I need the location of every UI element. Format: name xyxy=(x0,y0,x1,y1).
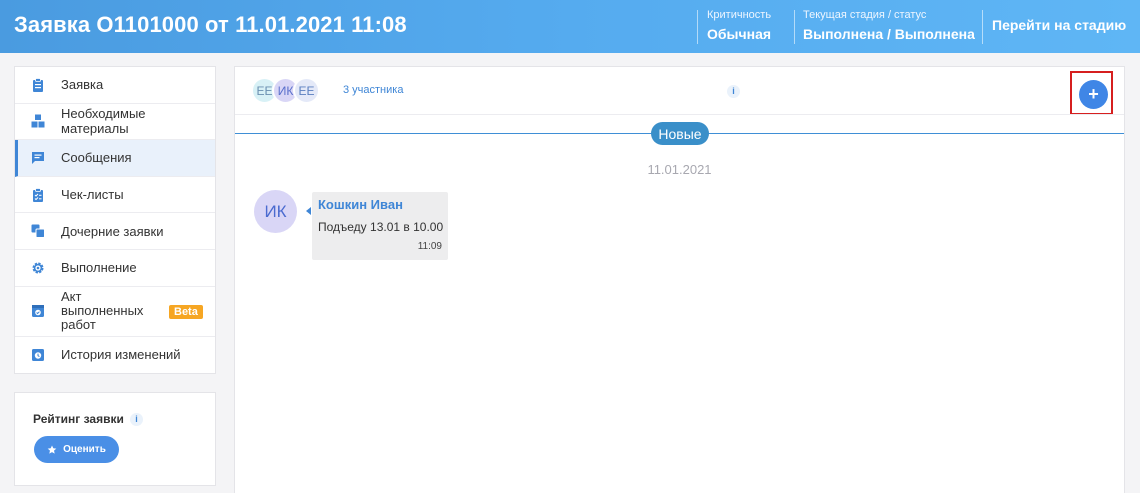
sidebar-item-label: История изменений xyxy=(61,347,181,363)
rate-button[interactable]: Оценить xyxy=(34,436,119,463)
sidebar-item-label: Дочерние заявки xyxy=(61,223,164,239)
sidebar-item-act[interactable]: Акт выполненных работ Beta xyxy=(15,287,215,337)
add-message-button[interactable]: + xyxy=(1079,80,1108,109)
sidebar-item-label: Заявка xyxy=(61,77,104,93)
new-messages-marker: Новые xyxy=(651,122,709,145)
avatar: ИК xyxy=(254,190,297,233)
goto-stage-button[interactable]: Перейти на стадию xyxy=(992,17,1126,33)
avatar: ЕЕ xyxy=(293,77,320,104)
header-divider xyxy=(982,10,983,44)
stage-block: Текущая стадия / статус Выполнена / Выпо… xyxy=(803,9,975,42)
bubble-pointer xyxy=(306,207,311,215)
stage-value: Выполнена / Выполнена xyxy=(803,26,975,42)
sidebar-item-label: Акт выполненных работ xyxy=(61,289,144,333)
sidebar-item-checklists[interactable]: Чек-листы xyxy=(15,177,215,214)
sidebar-item-history[interactable]: История изменений xyxy=(15,337,215,374)
stage-label: Текущая стадия / статус xyxy=(803,9,927,21)
history-icon xyxy=(32,348,44,361)
sidebar-item-request[interactable]: Заявка xyxy=(15,67,215,104)
info-icon[interactable]: i xyxy=(130,413,143,426)
sidebar-item-label: Выполнение xyxy=(61,260,137,276)
sidebar-item-label: Чек-листы xyxy=(61,187,124,203)
date-separator: 11.01.2021 xyxy=(647,162,712,177)
criticality-block: Критичность Обычная xyxy=(707,9,771,42)
sidebar-item-label: Необходимые материалы xyxy=(61,106,146,137)
checklist-icon xyxy=(33,187,43,202)
page-title: Заявка О1101000 от 11.01.2021 11:08 xyxy=(14,12,407,37)
rating-title: Рейтинг заявки xyxy=(33,412,124,426)
criticality-value: Обычная xyxy=(707,26,772,42)
message-author[interactable]: Кошкин Иван xyxy=(318,197,403,212)
rate-button-label: Оценить xyxy=(63,444,106,455)
act-icon xyxy=(32,305,44,318)
sidebar-item-messages[interactable]: Сообщения xyxy=(15,140,215,177)
message-bubble: Кошкин Иван Подъеду 13.01 в 10.00 11:09 xyxy=(312,192,448,260)
gear-icon xyxy=(32,262,44,274)
sidebar-item-child-requests[interactable]: Дочерние заявки xyxy=(15,213,215,250)
divider xyxy=(235,114,1124,115)
highlight-frame: + xyxy=(1070,71,1113,115)
header-divider xyxy=(697,10,698,44)
chat-icon xyxy=(32,151,44,164)
chat-panel: ЕЕ ИК ЕЕ 3 участника i + Новые 11.01.202… xyxy=(234,66,1125,493)
boxes-icon xyxy=(31,114,45,128)
sidebar-menu: Заявка Необходимые материалы Сообщения Ч… xyxy=(14,66,216,374)
beta-badge: Beta xyxy=(169,304,203,319)
sidebar-item-execution[interactable]: Выполнение xyxy=(15,250,215,287)
message-text: Подъеду 13.01 в 10.00 xyxy=(318,220,444,234)
info-icon[interactable]: i xyxy=(727,85,740,98)
message-time: 11:09 xyxy=(417,241,442,252)
clipboard-icon xyxy=(33,77,43,92)
header-bar: Заявка О1101000 от 11.01.2021 11:08 Крит… xyxy=(0,0,1140,53)
criticality-label: Критичность xyxy=(707,9,772,21)
header-divider xyxy=(794,10,795,44)
sidebar-item-label: Сообщения xyxy=(61,150,132,166)
star-icon xyxy=(47,445,57,454)
participants-count[interactable]: 3 участника xyxy=(343,84,403,96)
sidebar-item-materials[interactable]: Необходимые материалы xyxy=(15,104,215,141)
rating-panel: Рейтинг заявки i Оценить xyxy=(14,392,216,486)
child-requests-icon xyxy=(31,224,45,239)
